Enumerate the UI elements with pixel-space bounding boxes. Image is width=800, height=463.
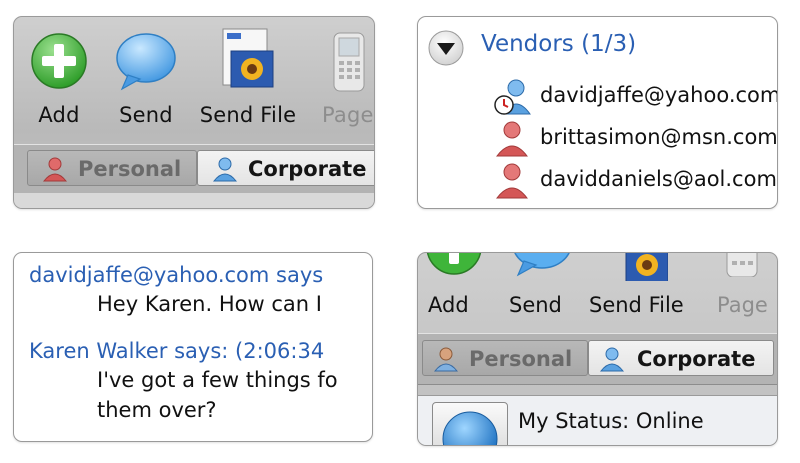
group-title[interactable]: Vendors (1/3) bbox=[481, 31, 636, 57]
toolbar-status-panel: Add Send Send File Page Personal Corpora… bbox=[417, 252, 778, 446]
page-label[interactable]: Page bbox=[717, 293, 768, 317]
personal-user-icon bbox=[42, 157, 68, 182]
tab-personal[interactable]: Personal bbox=[422, 340, 588, 376]
tab-corporate-label: Corporate bbox=[637, 347, 756, 371]
chat-transcript-panel: davidjaffe@yahoo.com says Hey Karen. How… bbox=[13, 252, 373, 442]
tab-bar: Personal Corporate bbox=[14, 144, 374, 194]
pager-icon[interactable] bbox=[723, 253, 763, 277]
tab-personal[interactable]: Personal bbox=[27, 150, 197, 186]
page-button[interactable]: Page bbox=[314, 31, 374, 131]
page-label: Page bbox=[322, 103, 374, 127]
send-file-icon bbox=[222, 28, 274, 88]
message-text: Hey Karen. How can I bbox=[97, 292, 322, 316]
add-label[interactable]: Add bbox=[428, 293, 469, 317]
message-text: I've got a few things fo bbox=[97, 368, 338, 392]
send-bubble-icon[interactable] bbox=[510, 253, 574, 277]
contact-row[interactable]: davidjaffe@yahoo.com bbox=[494, 77, 778, 117]
send-file-button[interactable]: Send File bbox=[200, 28, 296, 131]
send-label[interactable]: Send bbox=[509, 293, 562, 317]
add-button[interactable]: Add bbox=[14, 31, 104, 131]
add-icon bbox=[31, 33, 87, 89]
tab-corporate[interactable]: Corporate bbox=[588, 340, 774, 376]
my-status-text[interactable]: My Status: Online bbox=[518, 409, 704, 433]
offline-user-icon bbox=[495, 163, 529, 199]
disclosure-triangle-icon[interactable] bbox=[426, 28, 466, 68]
offline-user-icon bbox=[495, 121, 529, 157]
personal-user-icon bbox=[433, 347, 459, 372]
contact-row[interactable]: daviddaniels@aol.com bbox=[494, 161, 777, 201]
tab-corporate-label: Corporate bbox=[248, 157, 367, 181]
message-text: them over? bbox=[97, 398, 217, 422]
toolbar-panel: Add Send Send File Page Personal Corpora… bbox=[13, 16, 375, 209]
pager-icon bbox=[333, 32, 365, 92]
send-file-icon[interactable] bbox=[620, 253, 668, 281]
add-icon[interactable] bbox=[424, 253, 484, 277]
send-bubble-icon bbox=[116, 33, 176, 91]
corporate-user-icon bbox=[212, 157, 238, 182]
status-area: My Status: Online bbox=[418, 395, 777, 445]
contact-row[interactable]: brittasimon@msn.com bbox=[494, 119, 778, 159]
content-strip bbox=[14, 193, 374, 208]
send-label: Send bbox=[119, 103, 173, 127]
tab-personal-label: Personal bbox=[469, 347, 573, 371]
contact-email: daviddaniels@aol.com bbox=[540, 167, 777, 191]
contact-email: brittasimon@msn.com bbox=[540, 125, 778, 149]
status-picture-frame[interactable] bbox=[432, 402, 508, 445]
tab-corporate[interactable]: Corporate bbox=[197, 150, 374, 186]
contacts-panel: Vendors (1/3) davidjaffe@yahoo.com britt… bbox=[417, 16, 778, 209]
contact-email: davidjaffe@yahoo.com bbox=[540, 83, 778, 107]
tab-bar: Personal Corporate bbox=[418, 333, 777, 385]
tab-personal-label: Personal bbox=[78, 157, 182, 181]
away-clock-user-icon bbox=[494, 79, 531, 115]
add-label: Add bbox=[38, 103, 80, 127]
send-file-label[interactable]: Send File bbox=[589, 293, 684, 317]
send-button[interactable]: Send bbox=[101, 31, 191, 131]
message-speaker: davidjaffe@yahoo.com says bbox=[29, 263, 324, 287]
send-file-label: Send File bbox=[199, 103, 297, 127]
corporate-user-icon bbox=[599, 347, 625, 372]
message-speaker: Karen Walker says: (2:06:34 bbox=[29, 339, 325, 363]
status-orb-icon bbox=[442, 411, 498, 445]
